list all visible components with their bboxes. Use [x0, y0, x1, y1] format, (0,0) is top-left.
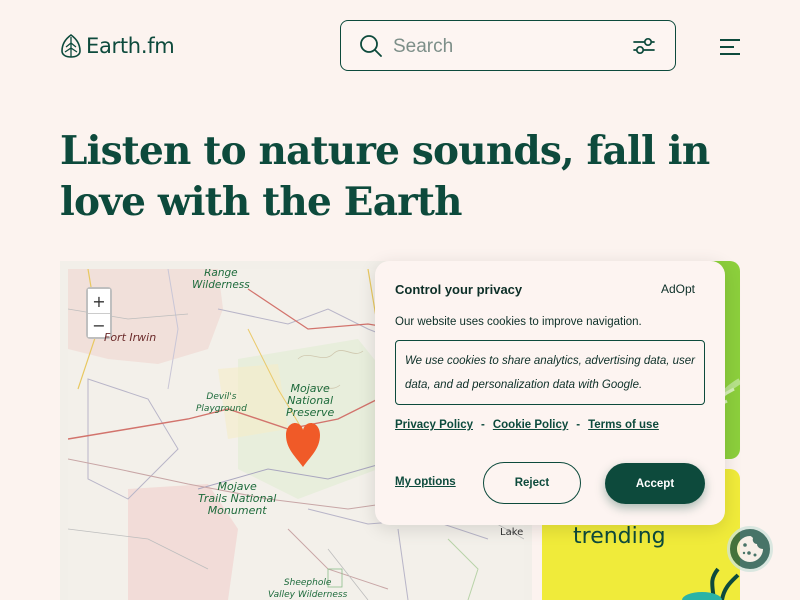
- cookie-policy-link[interactable]: Cookie Policy: [493, 419, 568, 431]
- hero-headline: Listen to nature sounds, fall in love wi…: [60, 128, 710, 225]
- cookie-title: Control your privacy: [395, 282, 523, 297]
- privacy-policy-link[interactable]: Privacy Policy: [395, 419, 473, 431]
- logo-text: Earth.fm: [86, 34, 175, 58]
- link-separator: -: [481, 419, 485, 431]
- leaf-logo-icon: [61, 34, 81, 58]
- cookie-icon: [737, 536, 763, 562]
- reject-button[interactable]: Reject: [483, 462, 581, 504]
- map-label-lake: Lake: [500, 527, 524, 538]
- cookie-policy-links: Privacy Policy - Cookie Policy - Terms o…: [395, 419, 659, 431]
- hamburger-menu-icon[interactable]: [718, 37, 742, 57]
- my-options-link[interactable]: My options: [395, 476, 456, 488]
- cookie-settings-button[interactable]: [727, 526, 773, 572]
- map-label-sheephole: Sheephole Valley Wilderness: [268, 578, 348, 600]
- terms-of-use-link[interactable]: Terms of use: [588, 419, 659, 431]
- link-separator: -: [576, 419, 581, 431]
- map-label-range-wilderness: Range Wilderness: [192, 269, 250, 291]
- search-bar[interactable]: [340, 20, 676, 71]
- search-icon[interactable]: [359, 34, 383, 58]
- cookie-detail-text: We use cookies to share analytics, adver…: [395, 340, 705, 405]
- map-label-mojave-preserve: Mojave National Preserve: [286, 382, 335, 419]
- map-label-devils-playground: Devil's Playground: [196, 392, 247, 414]
- site-logo[interactable]: Earth.fm: [60, 34, 175, 58]
- zoom-in-button[interactable]: +: [88, 289, 110, 313]
- search-input[interactable]: [391, 33, 615, 61]
- filter-sliders-icon[interactable]: [631, 35, 657, 57]
- cookie-intro-text: Our website uses cookies to improve navi…: [395, 316, 642, 328]
- map-label-fort-irwin: Fort Irwin: [104, 331, 157, 344]
- cookie-consent-dialog: Control your privacy AdOpt Our website u…: [375, 261, 725, 525]
- map-label-mojave-trails: Mojave Trails National Monument: [198, 480, 277, 517]
- map-location-marker-icon[interactable]: [284, 421, 322, 469]
- cookie-brand[interactable]: AdOpt: [661, 282, 695, 296]
- accept-button[interactable]: Accept: [605, 463, 705, 504]
